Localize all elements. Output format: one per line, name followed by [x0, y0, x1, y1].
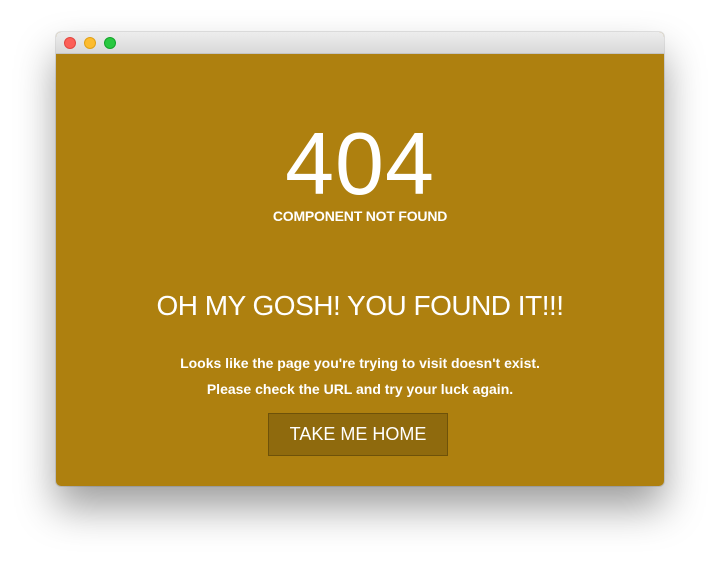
error-headline: OH MY GOSH! YOU FOUND IT!!! [156, 290, 564, 321]
error-page: 404 COMPONENT NOT FOUND OH MY GOSH! YOU … [56, 54, 664, 486]
error-subtitle: COMPONENT NOT FOUND [272, 208, 448, 224]
error-code: 404 [285, 114, 435, 213]
take-me-home-button[interactable]: TAKE ME HOME [268, 413, 448, 456]
close-window-icon[interactable] [64, 37, 76, 49]
error-message-line-1: Looks like the page you're trying to vis… [180, 355, 540, 371]
minimize-window-icon[interactable] [84, 37, 96, 49]
error-message: Looks like the page you're trying to vis… [56, 350, 664, 402]
app-window: 404 COMPONENT NOT FOUND OH MY GOSH! YOU … [56, 32, 664, 486]
error-message-line-2: Please check the URL and try your luck a… [206, 381, 514, 397]
window-titlebar[interactable] [56, 32, 664, 54]
maximize-window-icon[interactable] [104, 37, 116, 49]
